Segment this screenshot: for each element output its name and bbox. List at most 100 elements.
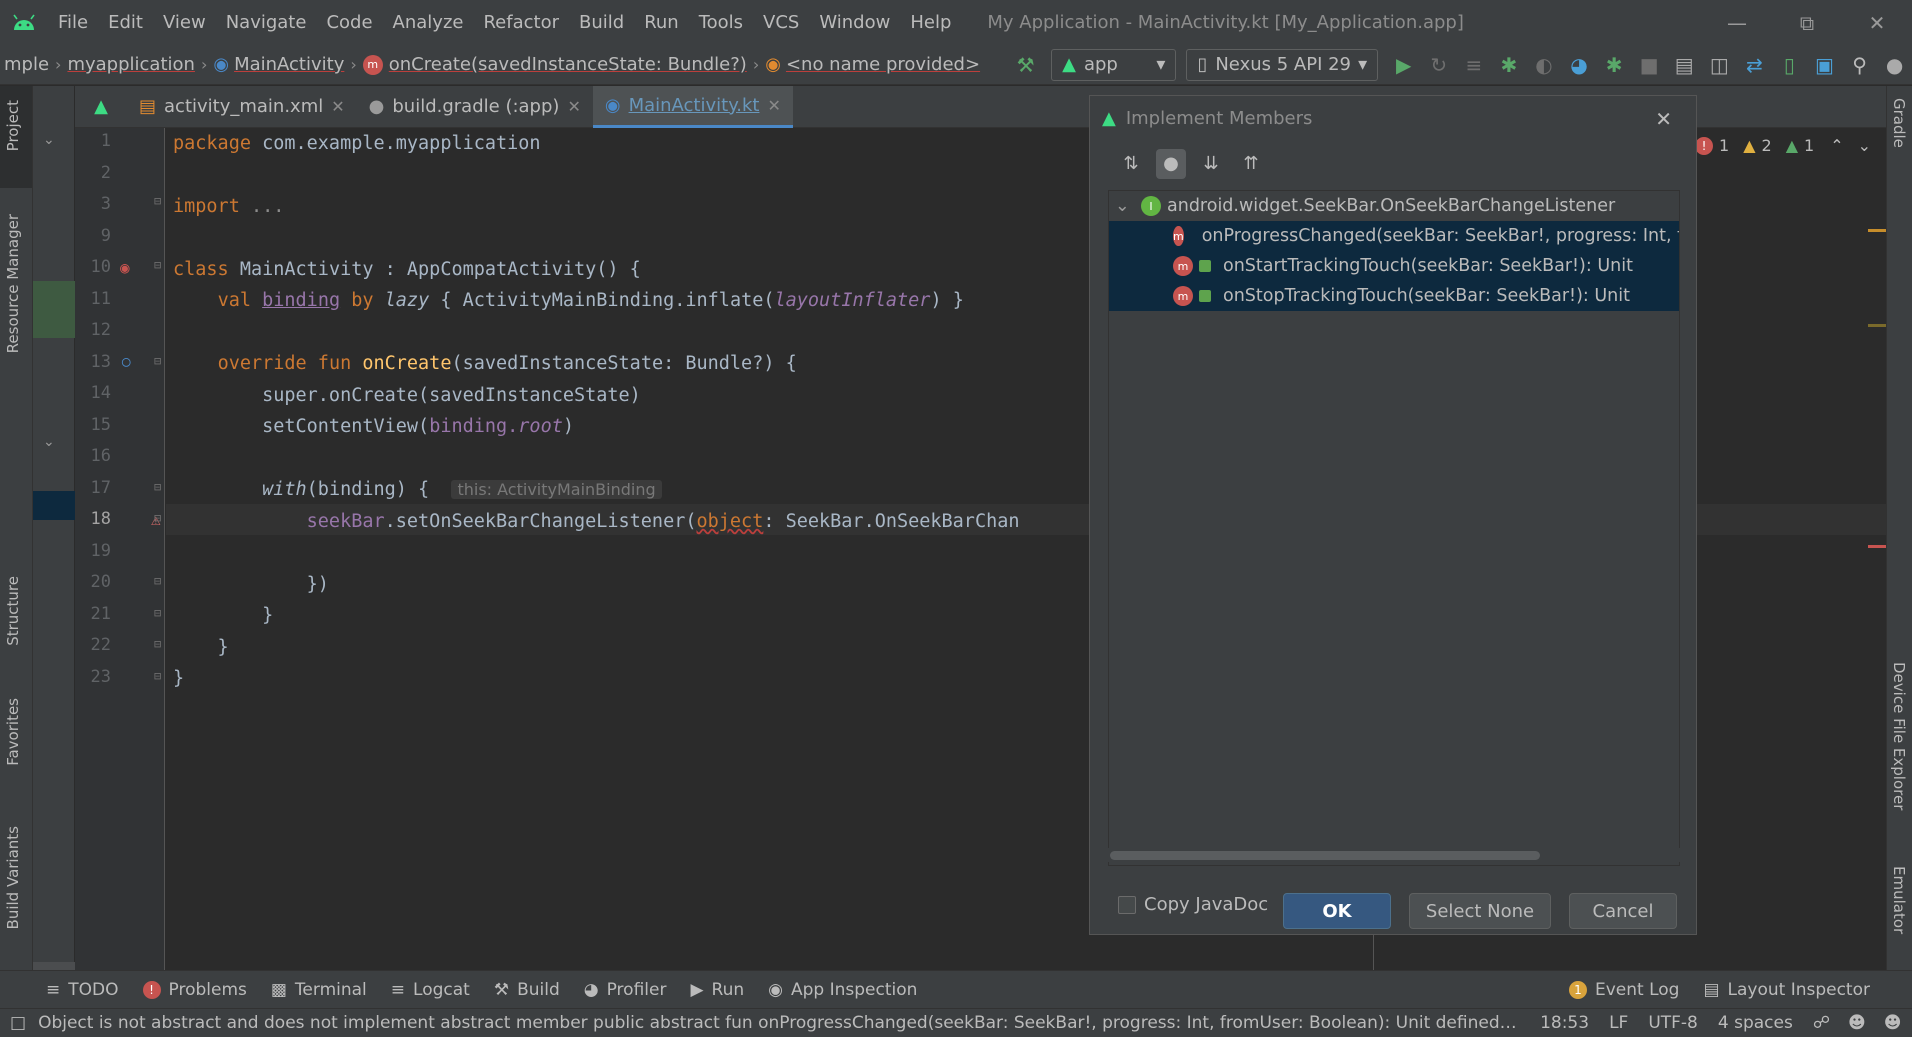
minimize-icon[interactable]: — xyxy=(1702,0,1772,45)
close-tab-icon[interactable]: ✕ xyxy=(331,97,344,116)
fold-icon[interactable]: ⊟ xyxy=(154,354,161,368)
tool-terminal[interactable]: ▩ Terminal xyxy=(259,980,379,1000)
close-tab-icon[interactable]: ✕ xyxy=(767,96,780,115)
fold-icon[interactable]: ⊟ xyxy=(154,606,161,620)
select-none-button[interactable]: Select None xyxy=(1409,893,1551,929)
copy-javadoc-checkbox[interactable]: Copy JavaDoc xyxy=(1118,894,1268,915)
menu-file[interactable]: File xyxy=(48,0,98,45)
menu-build[interactable]: Build xyxy=(569,0,634,45)
tool-app-inspection[interactable]: ◉ App Inspection xyxy=(756,980,929,1000)
menu-refactor[interactable]: Refactor xyxy=(473,0,569,45)
run-icon[interactable]: ▶ xyxy=(1386,45,1421,84)
expand-all-icon[interactable]: ⇊ xyxy=(1196,149,1226,179)
restore-icon[interactable]: ⧉ xyxy=(1772,0,1842,45)
lock-icon[interactable]: ☍ xyxy=(1813,1013,1830,1033)
sdk-manager-icon[interactable]: ▣ xyxy=(1807,45,1842,84)
close-window-icon[interactable]: ✕ xyxy=(1842,0,1912,45)
fold-icon[interactable]: ⊟ xyxy=(154,511,161,525)
device-manager-icon[interactable]: ▯ xyxy=(1772,45,1807,84)
sync-gradle-icon[interactable]: ⇄ xyxy=(1737,45,1772,84)
horizontal-scrollbar[interactable] xyxy=(33,962,75,970)
scrollbar-thumb[interactable] xyxy=(1110,851,1540,860)
tool-project[interactable]: Project xyxy=(4,100,22,151)
menu-run[interactable]: Run xyxy=(634,0,689,45)
inspection-widget[interactable]: ! 1 ▲ 2 ▲ 1 ⌃ ⌄ xyxy=(1695,136,1871,155)
tree-horizontal-scrollbar[interactable] xyxy=(1108,848,1680,862)
chevron-down-icon[interactable]: ⌄ xyxy=(43,434,55,450)
apply-code-changes-icon[interactable]: ≡ xyxy=(1456,45,1491,84)
tree-member[interactable]: m onStartTrackingTouch(seekBar: SeekBar!… xyxy=(1109,251,1679,281)
fold-icon[interactable]: ⊟ xyxy=(154,574,161,588)
warning-stripe[interactable] xyxy=(1868,229,1886,232)
collapse-all-icon[interactable]: ⇈ xyxy=(1236,149,1266,179)
chevron-down-icon[interactable]: ⌄ xyxy=(1115,196,1141,216)
menu-vcs[interactable]: VCS xyxy=(753,0,809,45)
avd-manager-icon[interactable]: ◫ xyxy=(1702,45,1737,84)
stop-icon[interactable]: ■ xyxy=(1632,45,1667,84)
fold-icon[interactable]: ⊟ xyxy=(154,258,161,272)
tool-layout-inspector[interactable]: ▤ Layout Inspector xyxy=(1691,980,1882,1000)
memory-indicator-icon[interactable]: ☻ xyxy=(1884,1013,1902,1033)
run-config-select[interactable]: ▲ app ▾ xyxy=(1051,48,1177,81)
chevron-down-icon[interactable]: ⌄ xyxy=(1858,136,1871,155)
breadcrumb-object[interactable]: ◉ <no name provided> xyxy=(761,54,984,75)
device-select[interactable]: ▯ Nexus 5 API 29 ▾ xyxy=(1186,48,1379,81)
implemented-class-icon[interactable]: ◉ xyxy=(120,258,130,277)
tree-node-interface[interactable]: ⌄ I android.widget.SeekBar.OnSeekBarChan… xyxy=(1109,191,1679,221)
fold-icon[interactable]: ⊟ xyxy=(154,637,161,651)
hammer-icon[interactable]: ⚒ xyxy=(1008,45,1043,84)
tool-todo[interactable]: ≡ TODO xyxy=(34,980,131,1000)
indent-setting[interactable]: 4 spaces xyxy=(1718,1013,1793,1033)
tool-logcat[interactable]: ≡ Logcat xyxy=(379,980,482,1000)
account-icon[interactable]: ● xyxy=(1877,45,1912,84)
breadcrumb-method[interactable]: m onCreate(savedInstanceState: Bundle?) xyxy=(359,54,751,75)
tool-structure[interactable]: Structure xyxy=(4,576,22,646)
tree-member[interactable]: m onProgressChanged(seekBar: SeekBar!, p… xyxy=(1109,221,1679,251)
error-stripe[interactable] xyxy=(1868,545,1886,548)
project-structure-icon[interactable]: ▤ xyxy=(1667,45,1702,84)
menu-analyze[interactable]: Analyze xyxy=(383,0,474,45)
file-encoding[interactable]: UTF-8 xyxy=(1648,1013,1698,1033)
tool-run[interactable]: ▶ Run xyxy=(678,980,756,1000)
menu-view[interactable]: View xyxy=(153,0,216,45)
profile-icon[interactable]: ◕ xyxy=(1561,45,1596,84)
close-tab-icon[interactable]: ✕ xyxy=(567,97,580,116)
tool-emulator[interactable]: Emulator xyxy=(1890,866,1908,934)
tool-build[interactable]: ⚒ Build xyxy=(482,980,572,1000)
members-tree[interactable]: ⌄ I android.widget.SeekBar.OnSeekBarChan… xyxy=(1108,190,1680,866)
tab-build-gradle[interactable]: ● build.gradle (:app) ✕ xyxy=(357,86,593,128)
tool-problems[interactable]: ! Problems xyxy=(131,980,259,1000)
menu-code[interactable]: Code xyxy=(316,0,382,45)
tool-gradle[interactable]: Gradle xyxy=(1890,98,1908,148)
close-icon[interactable]: ✕ xyxy=(1655,107,1672,131)
chevron-up-icon[interactable]: ⌃ xyxy=(1830,136,1843,155)
menu-help[interactable]: Help xyxy=(900,0,961,45)
fold-icon[interactable]: ⊟ xyxy=(154,194,161,208)
warning-stripe[interactable] xyxy=(1868,324,1886,327)
menu-tools[interactable]: Tools xyxy=(689,0,753,45)
line-separator[interactable]: LF xyxy=(1609,1013,1628,1033)
menu-window[interactable]: Window xyxy=(809,0,900,45)
override-method-icon[interactable]: ◯ xyxy=(122,354,130,370)
inspector-face-icon[interactable]: ☻ xyxy=(1848,1013,1866,1033)
apply-changes-icon[interactable]: ↻ xyxy=(1421,45,1456,84)
ok-button[interactable]: OK xyxy=(1283,893,1391,929)
checkbox-box[interactable] xyxy=(1118,895,1136,914)
sort-alphabetically-icon[interactable]: ⇅ xyxy=(1116,149,1146,179)
tool-resource-manager[interactable]: Resource Manager xyxy=(4,214,22,353)
tab-activity-main-xml[interactable]: ▤ activity_main.xml ✕ xyxy=(127,86,357,128)
tool-device-file-explorer[interactable]: Device File Explorer xyxy=(1890,662,1908,810)
tool-build-variants[interactable]: Build Variants xyxy=(4,826,22,929)
breadcrumb-module[interactable]: mple xyxy=(0,54,53,75)
fold-icon[interactable]: ⊟ xyxy=(154,480,161,494)
show-classes-icon[interactable]: ● xyxy=(1156,148,1186,179)
fold-icon[interactable]: ⊟ xyxy=(154,669,161,683)
menu-edit[interactable]: Edit xyxy=(98,0,153,45)
cancel-button[interactable]: Cancel xyxy=(1569,893,1677,929)
debug-icon[interactable]: ✱ xyxy=(1491,45,1526,84)
caret-position[interactable]: 18:53 xyxy=(1540,1013,1589,1033)
tree-member[interactable]: m onStopTrackingTouch(seekBar: SeekBar!)… xyxy=(1109,281,1679,311)
attach-debugger-icon[interactable]: ◐ xyxy=(1526,45,1561,84)
breadcrumb-package[interactable]: myapplication xyxy=(63,54,198,75)
tab-mainactivity-kt[interactable]: ◉ MainActivity.kt ✕ xyxy=(592,85,793,128)
